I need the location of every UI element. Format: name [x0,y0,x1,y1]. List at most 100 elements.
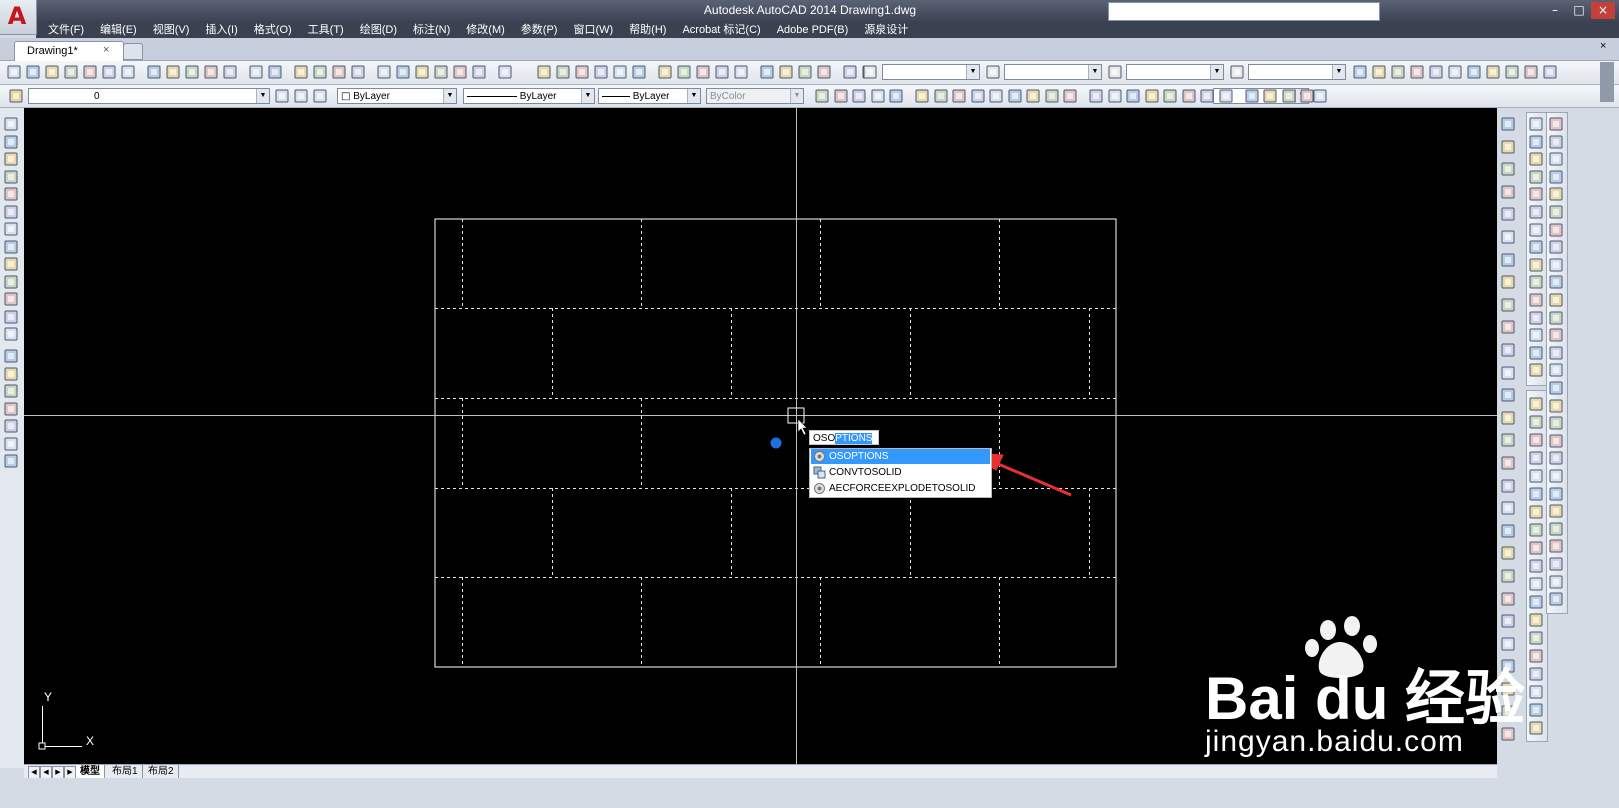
dim-tool-icon-3[interactable] [1528,450,1544,466]
dimension-tool-icon-21[interactable] [1218,88,1234,104]
gradient-icon[interactable] [3,383,19,399]
block-icon[interactable] [222,64,238,80]
tool-icon-7[interactable] [676,64,692,80]
custom-tool-icon-10[interactable] [1500,342,1516,358]
insert-block-icon[interactable] [3,309,19,325]
linetype-combo[interactable]: ByLayer ▼ [463,88,595,104]
menu-insert[interactable]: 插入(I) [197,22,245,38]
custom-tool-icon-14[interactable] [1500,432,1516,448]
tool-palette-icon[interactable] [414,64,430,80]
tool-icon-12[interactable] [778,64,794,80]
dim-tool-icon-6[interactable] [1528,504,1544,520]
modify-icon-14[interactable] [1548,362,1564,378]
tool-icon-5[interactable] [631,64,647,80]
dim-tool-icon-11[interactable] [1528,594,1544,610]
make-current-icon[interactable] [274,88,290,104]
menu-parametric[interactable]: 参数(P) [513,22,566,38]
preview-icon[interactable] [82,64,98,80]
layer-combo[interactable]: 0 ▼ [28,88,270,104]
properties-tool-icon-14[interactable] [1528,362,1544,378]
ellipse-arc-icon[interactable] [3,291,19,307]
menu-adobe-pdf[interactable]: Adobe PDF(B) [769,22,857,38]
new-tab-button[interactable] [123,43,143,60]
properties-tool-icon-10[interactable] [1528,292,1544,308]
properties-tool-icon-7[interactable] [1528,239,1544,255]
custom-tool-icon-9[interactable] [1500,319,1516,335]
custom-tool-icon-18[interactable] [1500,523,1516,539]
undo-icon[interactable] [248,64,264,80]
zoom-realtime-icon[interactable] [312,64,328,80]
dimension-tool-icon-11[interactable] [1025,88,1041,104]
modify-icon-12[interactable] [1548,327,1564,343]
modify-icon-2[interactable] [1548,151,1564,167]
tool-icon-13[interactable] [797,64,813,80]
layer-properties-icon[interactable] [8,88,24,104]
revcloud-icon[interactable] [3,239,19,255]
sheet-set-icon[interactable] [433,64,449,80]
menu-file[interactable]: 文件(F) [40,22,92,38]
publish-icon[interactable] [101,64,117,80]
tool-icon-9[interactable] [714,64,730,80]
help-icon[interactable] [497,64,513,80]
custom-tool-icon-16[interactable] [1500,478,1516,494]
modify-icon-5[interactable] [1548,204,1564,220]
suggestion-osoptions[interactable]: OSOPTIONS [811,449,990,464]
dim-tool-icon-5[interactable] [1528,486,1544,502]
dim-tool-icon-8[interactable] [1528,540,1544,556]
match-icon[interactable] [203,64,219,80]
dimension-tool-icon-22[interactable] [1244,88,1260,104]
properties-tool-icon-1[interactable] [1528,134,1544,150]
custom-tool-icon-15[interactable] [1500,455,1516,471]
layer-previous-icon[interactable] [293,88,309,104]
modify-icon-26[interactable] [1548,574,1564,590]
add-selected-icon[interactable] [3,453,19,469]
zoom-previous-icon[interactable] [350,64,366,80]
dim-style-combo[interactable]: ▼ [1004,64,1102,80]
menu-format[interactable]: 格式(O) [246,22,300,38]
tool-icon-8[interactable] [695,64,711,80]
modify-icon-4[interactable] [1548,186,1564,202]
tab-layout2[interactable]: 布局2 [144,765,179,778]
polygon-icon[interactable] [3,169,19,185]
dim-tool-icon-0[interactable] [1528,396,1544,412]
dim-tool-icon-10[interactable] [1528,576,1544,592]
dim-tool-icon-14[interactable] [1528,648,1544,664]
tab-layout1[interactable]: 布局1 [108,765,143,778]
dim-tool-icon-12[interactable] [1528,612,1544,628]
custom-tool-icon-13[interactable] [1500,410,1516,426]
modify-icon-8[interactable] [1548,257,1564,273]
toolbar-scroll-handle[interactable] [1600,62,1614,102]
dim-tool-icon-1[interactable] [1528,414,1544,430]
custom-tool-icon-5[interactable] [1500,229,1516,245]
tab-close-icon[interactable]: × [103,44,109,56]
zoom-window-icon[interactable] [331,64,347,80]
dimension-tool-icon-13[interactable] [1062,88,1078,104]
dimension-tool-icon-6[interactable] [933,88,949,104]
modify-tool-icon-6[interactable] [1466,64,1482,80]
modify-icon-17[interactable] [1548,415,1564,431]
modify-tool-icon-1[interactable] [1371,64,1387,80]
properties-icon[interactable] [376,64,392,80]
modify-tool-icon-9[interactable] [1523,64,1539,80]
menu-help[interactable]: 帮助(H) [621,22,674,38]
dimension-tool-icon-9[interactable] [988,88,1004,104]
custom-tool-icon-8[interactable] [1500,297,1516,313]
design-center-icon[interactable] [395,64,411,80]
markup-icon[interactable] [452,64,468,80]
redo-icon[interactable] [267,64,283,80]
hatch-icon[interactable] [3,366,19,382]
custom-tool-icon-2[interactable] [1500,161,1516,177]
modify-icon-20[interactable] [1548,468,1564,484]
modify-tool-icon-8[interactable] [1504,64,1520,80]
properties-tool-icon-3[interactable] [1528,169,1544,185]
tool-icon-15[interactable] [842,64,858,80]
modify-icon-1[interactable] [1548,134,1564,150]
dim-tool-icon-13[interactable] [1528,630,1544,646]
multileader-style-combo[interactable]: ▼ [1248,64,1346,80]
mtext-icon[interactable] [3,436,19,452]
dimension-tool-icon-8[interactable] [970,88,986,104]
modify-icon-22[interactable] [1548,503,1564,519]
open-icon[interactable] [25,64,41,80]
custom-tool-icon-12[interactable] [1500,387,1516,403]
modify-icon-24[interactable] [1548,538,1564,554]
